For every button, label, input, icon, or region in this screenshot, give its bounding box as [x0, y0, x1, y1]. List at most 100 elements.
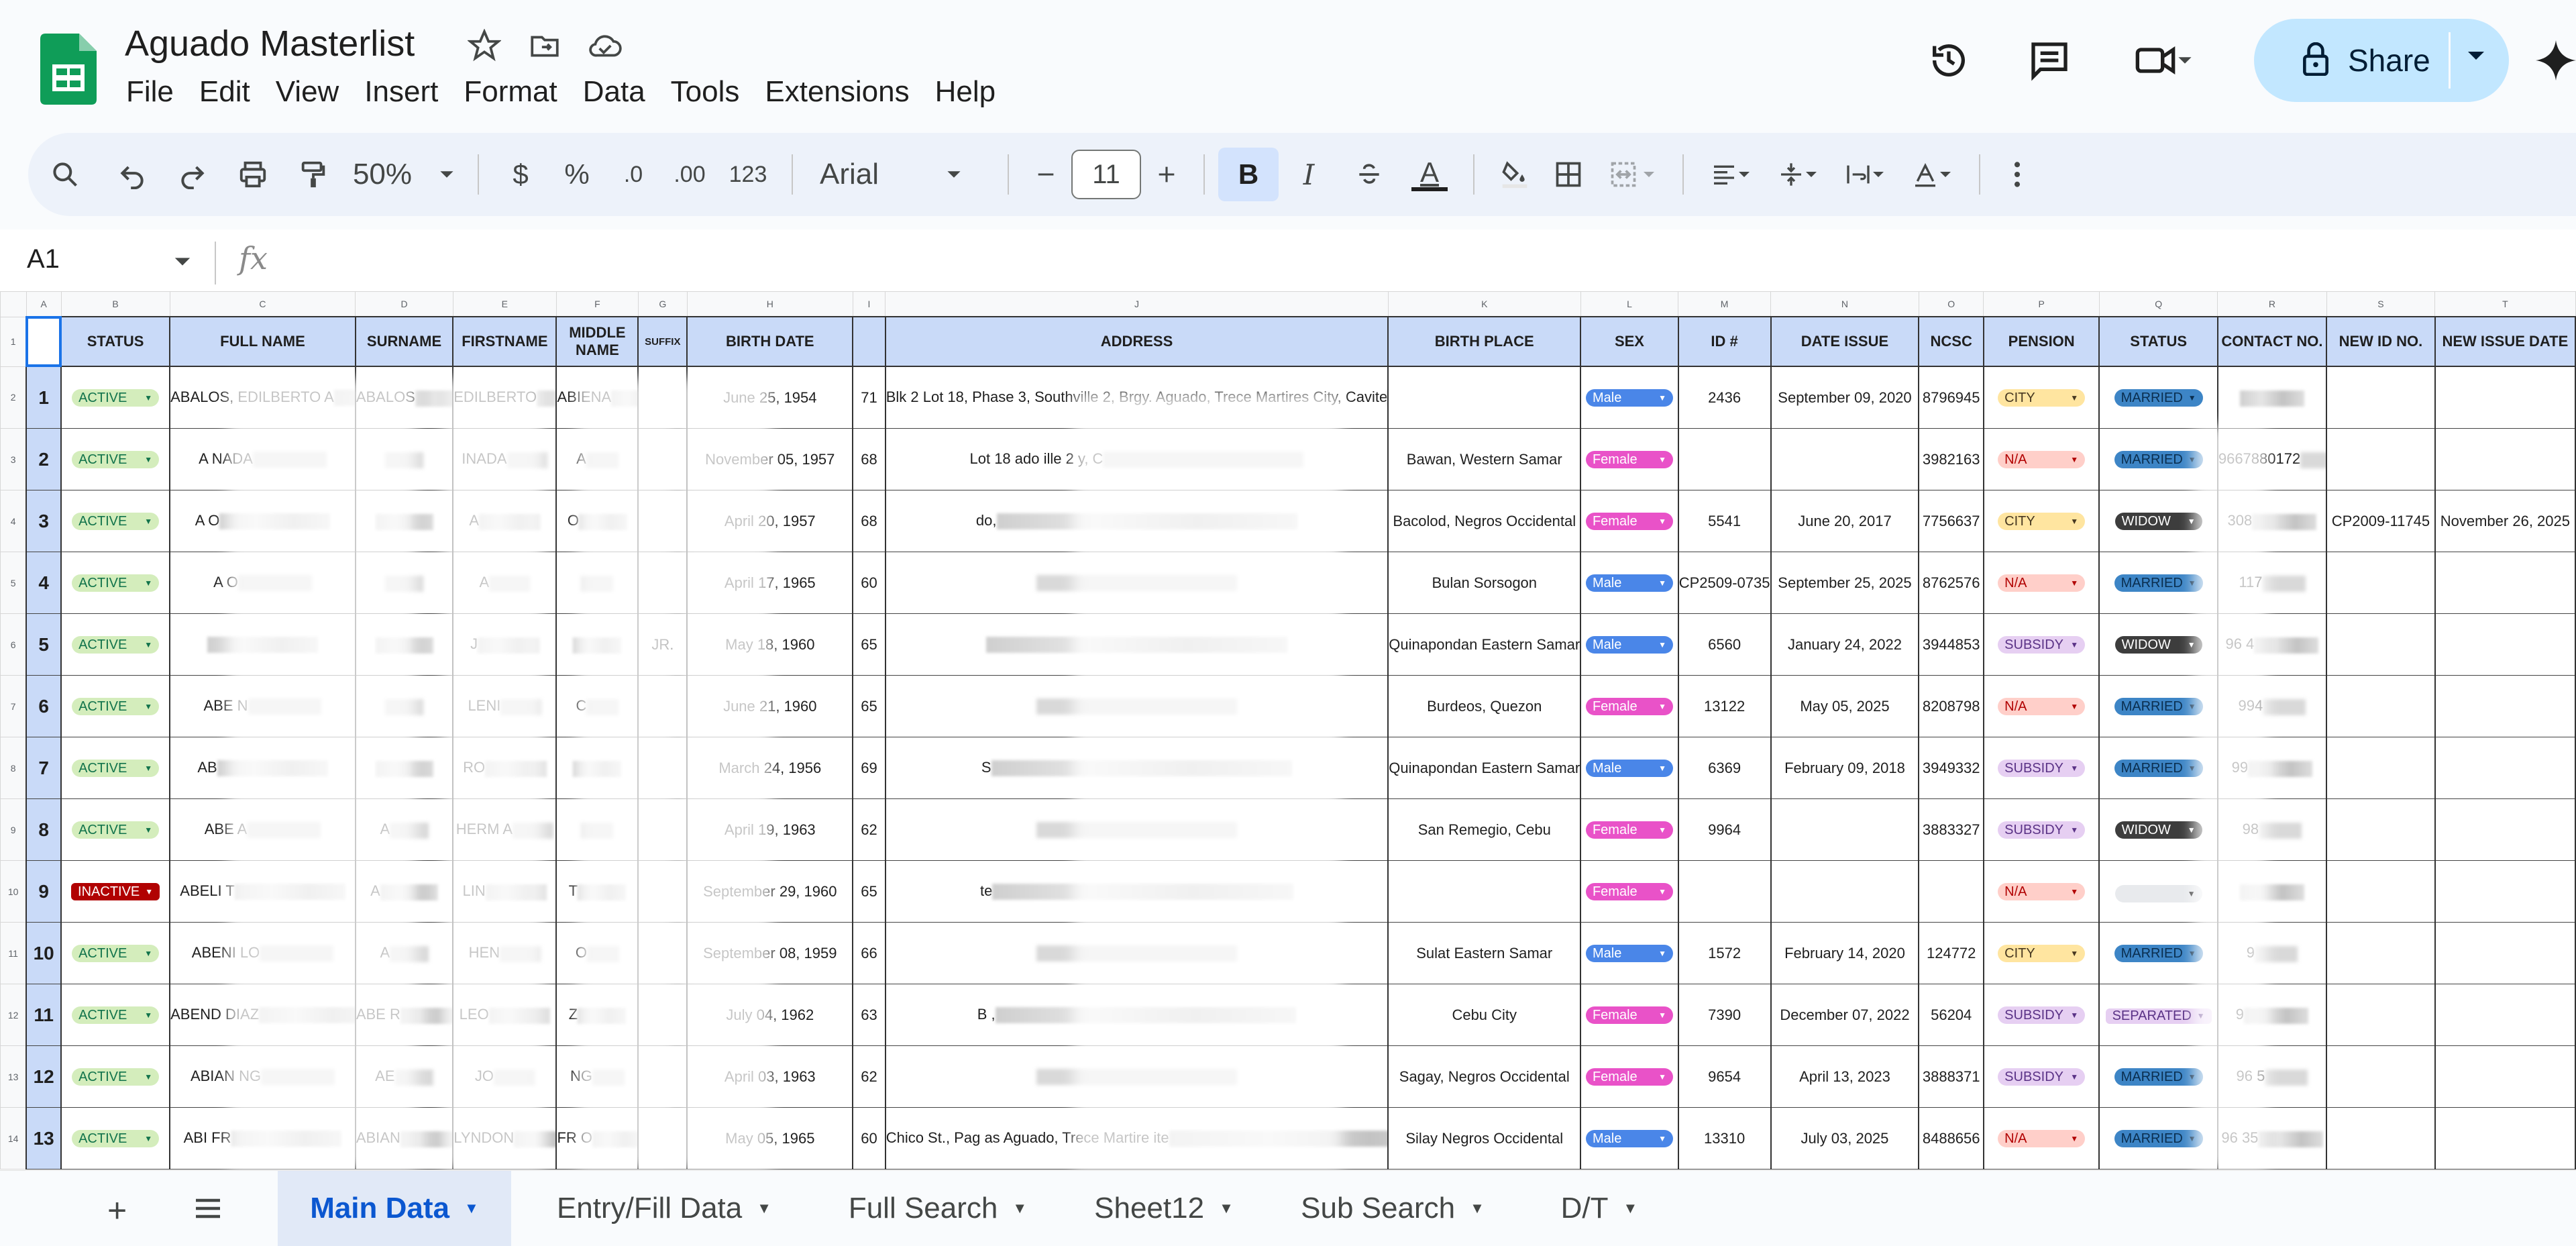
cell-sex[interactable]: Male ▼	[1580, 613, 1679, 676]
share-button[interactable]: Share	[2254, 19, 2509, 102]
status-dropdown-chip[interactable]: ACTIVE ▼	[72, 821, 160, 839]
header-cell[interactable]: SURNAME	[354, 316, 454, 367]
status-dropdown-chip[interactable]: ACTIVE ▼	[72, 451, 160, 469]
row-number[interactable]: 4	[0, 490, 27, 552]
cell-pension[interactable]: SUBSIDY ▼	[1982, 613, 2100, 676]
cell-issue[interactable]: September 09, 2020	[1770, 366, 1920, 429]
cell-newdate[interactable]	[2434, 860, 2576, 923]
header-cell[interactable]: SEX	[1580, 316, 1679, 367]
civil-status-dropdown-chip[interactable]: ▼	[2114, 885, 2202, 902]
sex-dropdown-chip[interactable]: Male ▼	[1585, 945, 1673, 963]
cell-pension[interactable]: N/A ▼	[1982, 675, 2100, 737]
increase-decimal-button[interactable]: .00	[661, 148, 718, 201]
cell-newdate[interactable]	[2434, 922, 2576, 984]
cell-sex[interactable]: Male ▼	[1580, 552, 1679, 614]
cell-bplace[interactable]: Cebu City	[1387, 984, 1582, 1046]
column-header[interactable]: G	[637, 291, 688, 317]
column-header[interactable]: F	[555, 291, 639, 317]
sheet-tab-main-data[interactable]: Main Data ▼	[278, 1171, 511, 1246]
cell-age[interactable]: 65	[852, 675, 886, 737]
header-cell[interactable]: NEW ISSUE DATE	[2434, 316, 2576, 367]
menu-data[interactable]: Data	[583, 75, 645, 109]
cell-sex[interactable]: Female ▼	[1580, 428, 1679, 490]
cell-status[interactable]: ACTIVE ▼	[60, 798, 171, 861]
cell-issue[interactable]	[1770, 860, 1920, 923]
cell-sex[interactable]: Female ▼	[1580, 984, 1679, 1046]
cell-sex[interactable]: Female ▼	[1580, 675, 1679, 737]
cell-sex[interactable]: Male ▼	[1580, 737, 1679, 799]
cell-pension[interactable]: SUBSIDY ▼	[1982, 984, 2100, 1046]
pension-dropdown-chip[interactable]: N/A ▼	[1998, 883, 2086, 901]
cell-ncsc[interactable]: 8796945	[1918, 366, 1984, 429]
cell-age[interactable]: 65	[852, 860, 886, 923]
cell-newdate[interactable]	[2434, 1107, 2576, 1170]
cell-bplace[interactable]: Burdeos, Quezon	[1387, 675, 1582, 737]
decrease-font-size-button[interactable]	[1022, 148, 1069, 201]
zoom-select[interactable]: 50%	[343, 148, 464, 201]
cell-status[interactable]: ACTIVE ▼	[60, 613, 171, 676]
cell-n[interactable]: 9	[25, 860, 62, 923]
status-dropdown-chip[interactable]: ACTIVE ▼	[72, 574, 160, 592]
header-cell[interactable]: DATE ISSUE	[1770, 316, 1920, 367]
cell-n[interactable]: 1	[25, 366, 62, 429]
cell-newdate[interactable]	[2434, 984, 2576, 1046]
pension-dropdown-chip[interactable]: N/A ▼	[1998, 451, 2086, 469]
cell-issue[interactable]: December 07, 2022	[1770, 984, 1920, 1046]
cell-newid[interactable]	[2326, 798, 2436, 861]
cell-newdate[interactable]	[2434, 798, 2576, 861]
column-header[interactable]: I	[852, 291, 886, 317]
cell-pension[interactable]: N/A ▼	[1982, 428, 2100, 490]
merge-cells-icon[interactable]	[1595, 148, 1669, 201]
format-percent-button[interactable]: %	[549, 148, 605, 201]
cell-issue[interactable]: February 09, 2018	[1770, 737, 1920, 799]
cell-sex[interactable]: Male ▼	[1580, 366, 1679, 429]
select-all-corner[interactable]	[0, 291, 27, 317]
column-header[interactable]: B	[60, 291, 170, 317]
menu-file[interactable]: File	[126, 75, 174, 109]
name-box[interactable]: A1	[27, 244, 60, 274]
row-number[interactable]: 14	[0, 1107, 27, 1170]
row-number[interactable]: 8	[0, 737, 27, 799]
pension-dropdown-chip[interactable]: SUBSIDY ▼	[1998, 636, 2086, 654]
pension-dropdown-chip[interactable]: CITY ▼	[1998, 389, 2086, 407]
column-header[interactable]: D	[355, 291, 453, 317]
pension-dropdown-chip[interactable]: SUBSIDY ▼	[1998, 1068, 2086, 1086]
cell-status[interactable]: ACTIVE ▼	[60, 366, 171, 429]
sex-dropdown-chip[interactable]: Female ▼	[1585, 513, 1673, 531]
cell-sex[interactable]: Male ▼	[1580, 1107, 1679, 1170]
header-cell[interactable]	[852, 316, 886, 367]
menu-format[interactable]: Format	[464, 75, 557, 109]
cell-age[interactable]: 65	[852, 613, 886, 676]
cell-status[interactable]: ACTIVE ▼	[60, 490, 171, 552]
row-number[interactable]: 9	[0, 798, 27, 861]
cell-newdate[interactable]	[2434, 428, 2576, 490]
cell-pension[interactable]: N/A ▼	[1982, 1107, 2100, 1170]
all-sheets-icon[interactable]	[192, 1192, 224, 1228]
sex-dropdown-chip[interactable]: Female ▼	[1585, 883, 1673, 901]
header-cell[interactable]: NCSC	[1918, 316, 1984, 367]
cell-issue[interactable]: June 20, 2017	[1770, 490, 1920, 552]
header-cell[interactable]: BIRTH DATE	[686, 316, 854, 367]
row-number[interactable]: 5	[0, 552, 27, 614]
header-cell[interactable]: STATUS	[60, 316, 171, 367]
document-title[interactable]: Aguado Masterlist	[125, 23, 415, 64]
cell-newdate[interactable]	[2434, 675, 2576, 737]
share-dropdown-icon[interactable]	[2466, 46, 2486, 69]
text-color-button[interactable]: A	[1399, 148, 1460, 201]
status-dropdown-chip[interactable]: ACTIVE ▼	[72, 513, 160, 531]
undo-icon[interactable]	[102, 148, 162, 201]
cell-issue[interactable]: January 24, 2022	[1770, 613, 1920, 676]
cell-id[interactable]: 5541	[1677, 490, 1772, 552]
name-box-dropdown-icon[interactable]	[173, 252, 192, 271]
cell-n[interactable]: 8	[25, 798, 62, 861]
cell-bplace[interactable]: Quinapondan Eastern Samar	[1387, 613, 1582, 676]
paint-format-icon[interactable]	[283, 148, 343, 201]
column-header[interactable]: R	[2217, 291, 2327, 317]
row-number[interactable]: 6	[0, 613, 27, 676]
cell-age[interactable]: 62	[852, 1045, 886, 1108]
vertical-align-icon[interactable]	[1764, 148, 1831, 201]
cell-newid[interactable]	[2326, 366, 2436, 429]
cloud-status-icon[interactable]	[586, 27, 624, 64]
cell-bplace[interactable]: Sagay, Negros Occidental	[1387, 1045, 1582, 1108]
cell-id[interactable]: 13122	[1677, 675, 1772, 737]
